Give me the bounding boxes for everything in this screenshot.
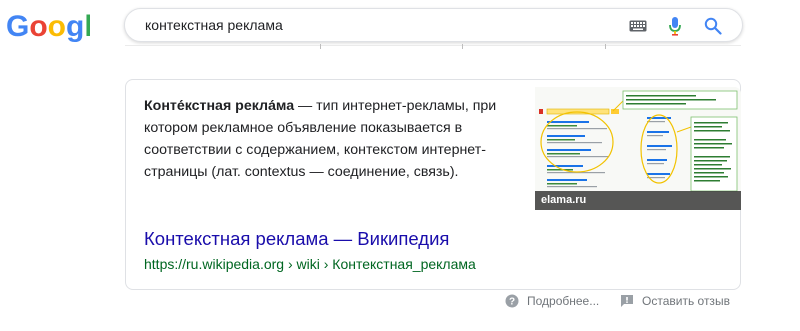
feedback-label: Оставить отзыв [642,294,730,308]
more-info-label: Подробнее... [527,294,600,308]
tab-nub [462,44,463,49]
search-icon[interactable] [703,16,723,36]
snippet-term: Конте́кстная рекла́ма [144,98,295,114]
tab-nub [605,44,606,49]
more-info-button[interactable]: ? Подробнее... [505,293,599,309]
featured-snippet-card: Конте́кстная рекла́ма — тип интернет-рек… [125,79,741,290]
keyboard-icon[interactable] [628,16,648,36]
image-source-caption: elama.ru [535,191,741,210]
snippet-description: Конте́кстная рекла́ма — тип интернет-рек… [144,95,522,183]
feedback-icon [621,295,633,307]
microphone-icon[interactable] [665,16,685,36]
help-icon: ? [505,294,519,308]
feedback-button[interactable]: Оставить отзыв [620,293,730,309]
svg-text:Google: Google [6,10,90,43]
svg-text:?: ? [509,297,515,308]
search-input[interactable] [145,9,615,41]
header-divider [125,45,741,46]
result-title-link[interactable]: Контекстная реклама — Википедия [144,228,449,250]
google-logo-mark: Google [6,10,90,43]
search-box[interactable] [124,8,743,42]
result-url: https://ru.wikipedia.org › wiki › Контек… [144,256,476,272]
google-logo[interactable]: Google [6,9,90,43]
snippet-image[interactable]: elama.ru [535,87,741,210]
tab-nub [320,44,321,49]
